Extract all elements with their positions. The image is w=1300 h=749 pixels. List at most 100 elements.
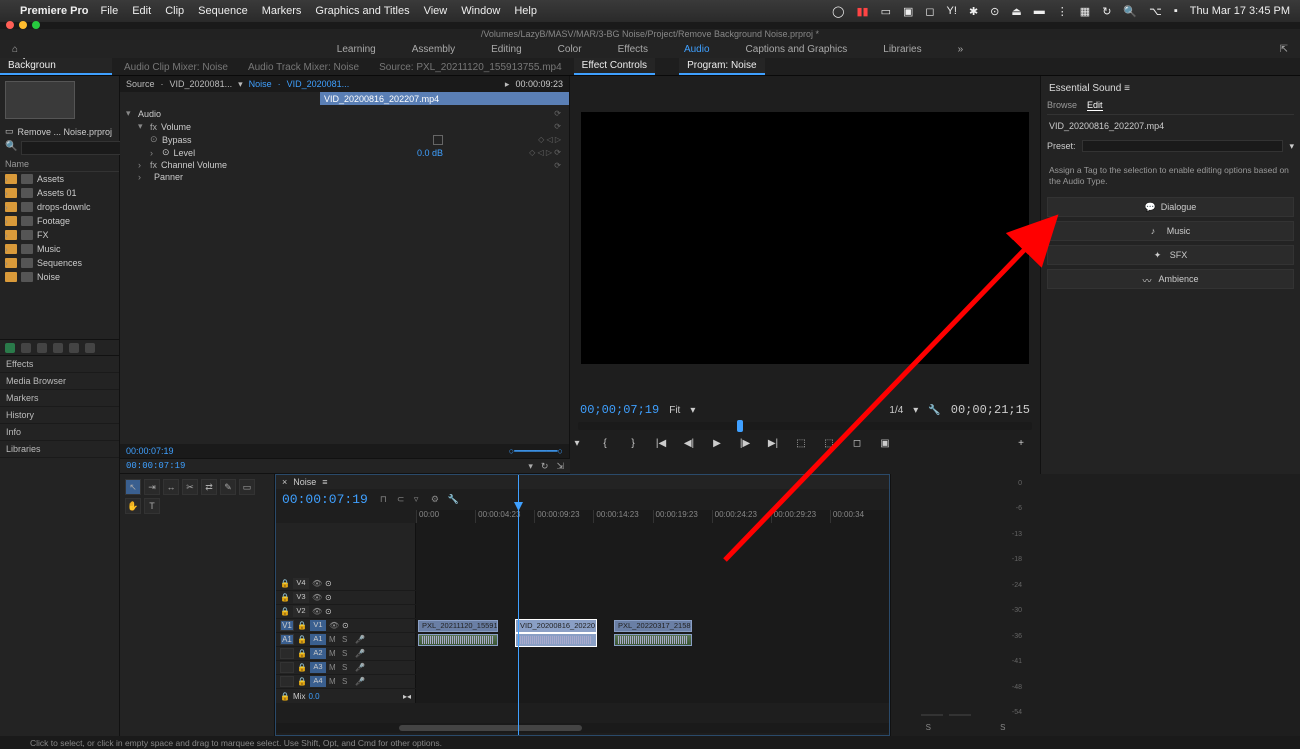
track-content[interactable]: [416, 633, 889, 646]
track-target[interactable]: V3: [293, 592, 309, 603]
bin-item[interactable]: ›Sequences: [0, 256, 119, 270]
bin-item[interactable]: ›drops-downlc: [0, 200, 119, 214]
lift-button[interactable]: ⬚: [794, 436, 808, 450]
eye-icon[interactable]: 👁: [312, 579, 322, 588]
track-select-tool[interactable]: ⇥: [144, 479, 160, 495]
es-tag-music[interactable]: ♪Music: [1047, 221, 1294, 241]
bin-item[interactable]: Noise: [0, 270, 119, 284]
program-zoom-fit[interactable]: Fit: [669, 405, 680, 416]
source-patch[interactable]: [280, 648, 294, 659]
hand-tool[interactable]: ✋: [125, 498, 141, 514]
home-icon[interactable]: ⌂: [12, 44, 18, 55]
menu-window[interactable]: Window: [461, 5, 500, 17]
bypass-checkbox[interactable]: [433, 135, 443, 145]
track-target[interactable]: A3: [310, 662, 326, 673]
lock-icon[interactable]: 🔒: [297, 635, 307, 644]
export-frame-button[interactable]: ◻: [850, 436, 864, 450]
sync-icon[interactable]: ⊙: [990, 5, 999, 18]
source-patch-v1[interactable]: V1: [280, 620, 294, 631]
es-tag-dialogue[interactable]: 💬Dialogue: [1047, 197, 1294, 217]
solo-button[interactable]: S: [342, 635, 352, 644]
track-target[interactable]: V1: [310, 620, 326, 631]
mark-out-button[interactable]: }: [626, 436, 640, 450]
extract-button[interactable]: ⬚: [822, 436, 836, 450]
type-tool[interactable]: T: [144, 498, 160, 514]
menu-view[interactable]: View: [424, 5, 448, 17]
workspace-color[interactable]: Color: [554, 42, 586, 57]
menu-edit[interactable]: Edit: [132, 5, 151, 17]
track-content[interactable]: [416, 689, 889, 703]
track-target[interactable]: A2: [310, 648, 326, 659]
tab-audio-clip-mixer[interactable]: Audio Clip Mixer: Noise: [116, 59, 236, 75]
eject-icon[interactable]: ⏏: [1011, 5, 1021, 18]
go-to-in-button[interactable]: |◀: [654, 436, 668, 450]
bluetooth-icon[interactable]: ✱: [969, 5, 978, 18]
settings-icon[interactable]: ⚙: [431, 494, 442, 505]
track-content[interactable]: PXL_20211120_155913 VID_20200816_202207 …: [416, 619, 889, 632]
sync-lock-icon[interactable]: ⊙: [325, 607, 332, 616]
mix-value[interactable]: 0.0: [308, 692, 319, 701]
ec-transport-tc[interactable]: 00:00:07:19: [126, 461, 185, 471]
ec-source-clip[interactable]: VID_2020081...: [170, 79, 233, 89]
add-marker-button[interactable]: ▾: [570, 436, 584, 450]
settings-icon[interactable]: 🔧: [928, 405, 940, 416]
quick-export-icon[interactable]: ⇱: [1280, 44, 1288, 55]
tab-program[interactable]: Program: Noise: [679, 57, 764, 75]
sequence-name[interactable]: Remove ... Noise.prproj: [18, 127, 113, 137]
tab-markers[interactable]: Markers: [0, 390, 119, 407]
es-tab-browse[interactable]: Browse: [1047, 100, 1077, 111]
track-content[interactable]: [416, 647, 889, 660]
tab-audio-track-mixer[interactable]: Audio Track Mixer: Noise: [240, 59, 367, 75]
wrench-icon[interactable]: 🔧: [448, 494, 459, 505]
meter-left[interactable]: [921, 714, 943, 716]
meter-right[interactable]: [949, 714, 971, 716]
ec-channel-volume[interactable]: ›fxChannel Volume⟳: [120, 159, 569, 171]
bin-item[interactable]: ›Music: [0, 242, 119, 256]
yi-icon[interactable]: Y!: [947, 5, 957, 17]
wifi-icon[interactable]: ⋮: [1057, 5, 1068, 18]
battery-icon[interactable]: ▬: [1034, 5, 1045, 17]
video-clip[interactable]: PXL_20220317_2158: [614, 620, 692, 632]
camera-icon[interactable]: ▭: [881, 5, 891, 18]
voice-over-icon[interactable]: 🎤: [355, 663, 365, 672]
selection-tool[interactable]: ↖: [125, 479, 141, 495]
voice-over-icon[interactable]: 🎤: [355, 677, 365, 686]
ec-bypass[interactable]: ⊙Bypass◇ ◁ ▷: [120, 133, 569, 146]
list-view-icon[interactable]: [5, 343, 15, 353]
track-target[interactable]: A1: [310, 634, 326, 645]
go-to-out-button[interactable]: ▶|: [766, 436, 780, 450]
menu-markers[interactable]: Markers: [262, 5, 302, 17]
video-clip[interactable]: PXL_20211120_155913: [418, 620, 498, 632]
track-target[interactable]: V4: [293, 578, 309, 589]
sync-lock-icon[interactable]: ⊙: [342, 621, 349, 630]
ec-zoom-slider[interactable]: ○━━━━━━━━○: [509, 446, 563, 457]
menu-help[interactable]: Help: [514, 5, 537, 17]
app-name[interactable]: Premiere Pro: [20, 5, 88, 17]
res-chevron-icon[interactable]: ▾: [913, 405, 918, 416]
track-content[interactable]: [416, 661, 889, 674]
screen-icon[interactable]: ▣: [903, 5, 913, 18]
clock[interactable]: Thu Mar 17 3:45 PM: [1190, 5, 1290, 17]
bin-item[interactable]: ›Assets 01: [0, 186, 119, 200]
close-window-button[interactable]: [6, 21, 14, 29]
menu-file[interactable]: File: [100, 5, 118, 17]
es-tag-sfx[interactable]: ✦SFX: [1047, 245, 1294, 265]
ec-only-icon[interactable]: ▾: [528, 461, 533, 472]
solo-button[interactable]: S: [342, 663, 352, 672]
rectangle-tool[interactable]: ▭: [239, 479, 255, 495]
tab-history[interactable]: History: [0, 407, 119, 424]
es-tag-ambience[interactable]: 〰Ambience: [1047, 269, 1294, 289]
ec-clip-bar[interactable]: VID_20200816_202207.mp4: [320, 92, 569, 105]
sync-lock-icon[interactable]: ⊙: [325, 579, 332, 588]
freeform-view-icon[interactable]: [37, 343, 47, 353]
automate-icon[interactable]: [69, 343, 79, 353]
button-editor-icon[interactable]: +: [1014, 436, 1028, 450]
ec-seq-prefix[interactable]: Noise: [249, 79, 272, 89]
solo-button[interactable]: S: [342, 677, 352, 686]
source-patch[interactable]: [280, 662, 294, 673]
timeline-empty-area[interactable]: [416, 523, 889, 577]
meter-icon[interactable]: ▸◂: [403, 692, 411, 701]
tab-info[interactable]: Info: [0, 424, 119, 441]
solo-button[interactable]: S: [342, 649, 352, 658]
icon-view-icon[interactable]: [21, 343, 31, 353]
